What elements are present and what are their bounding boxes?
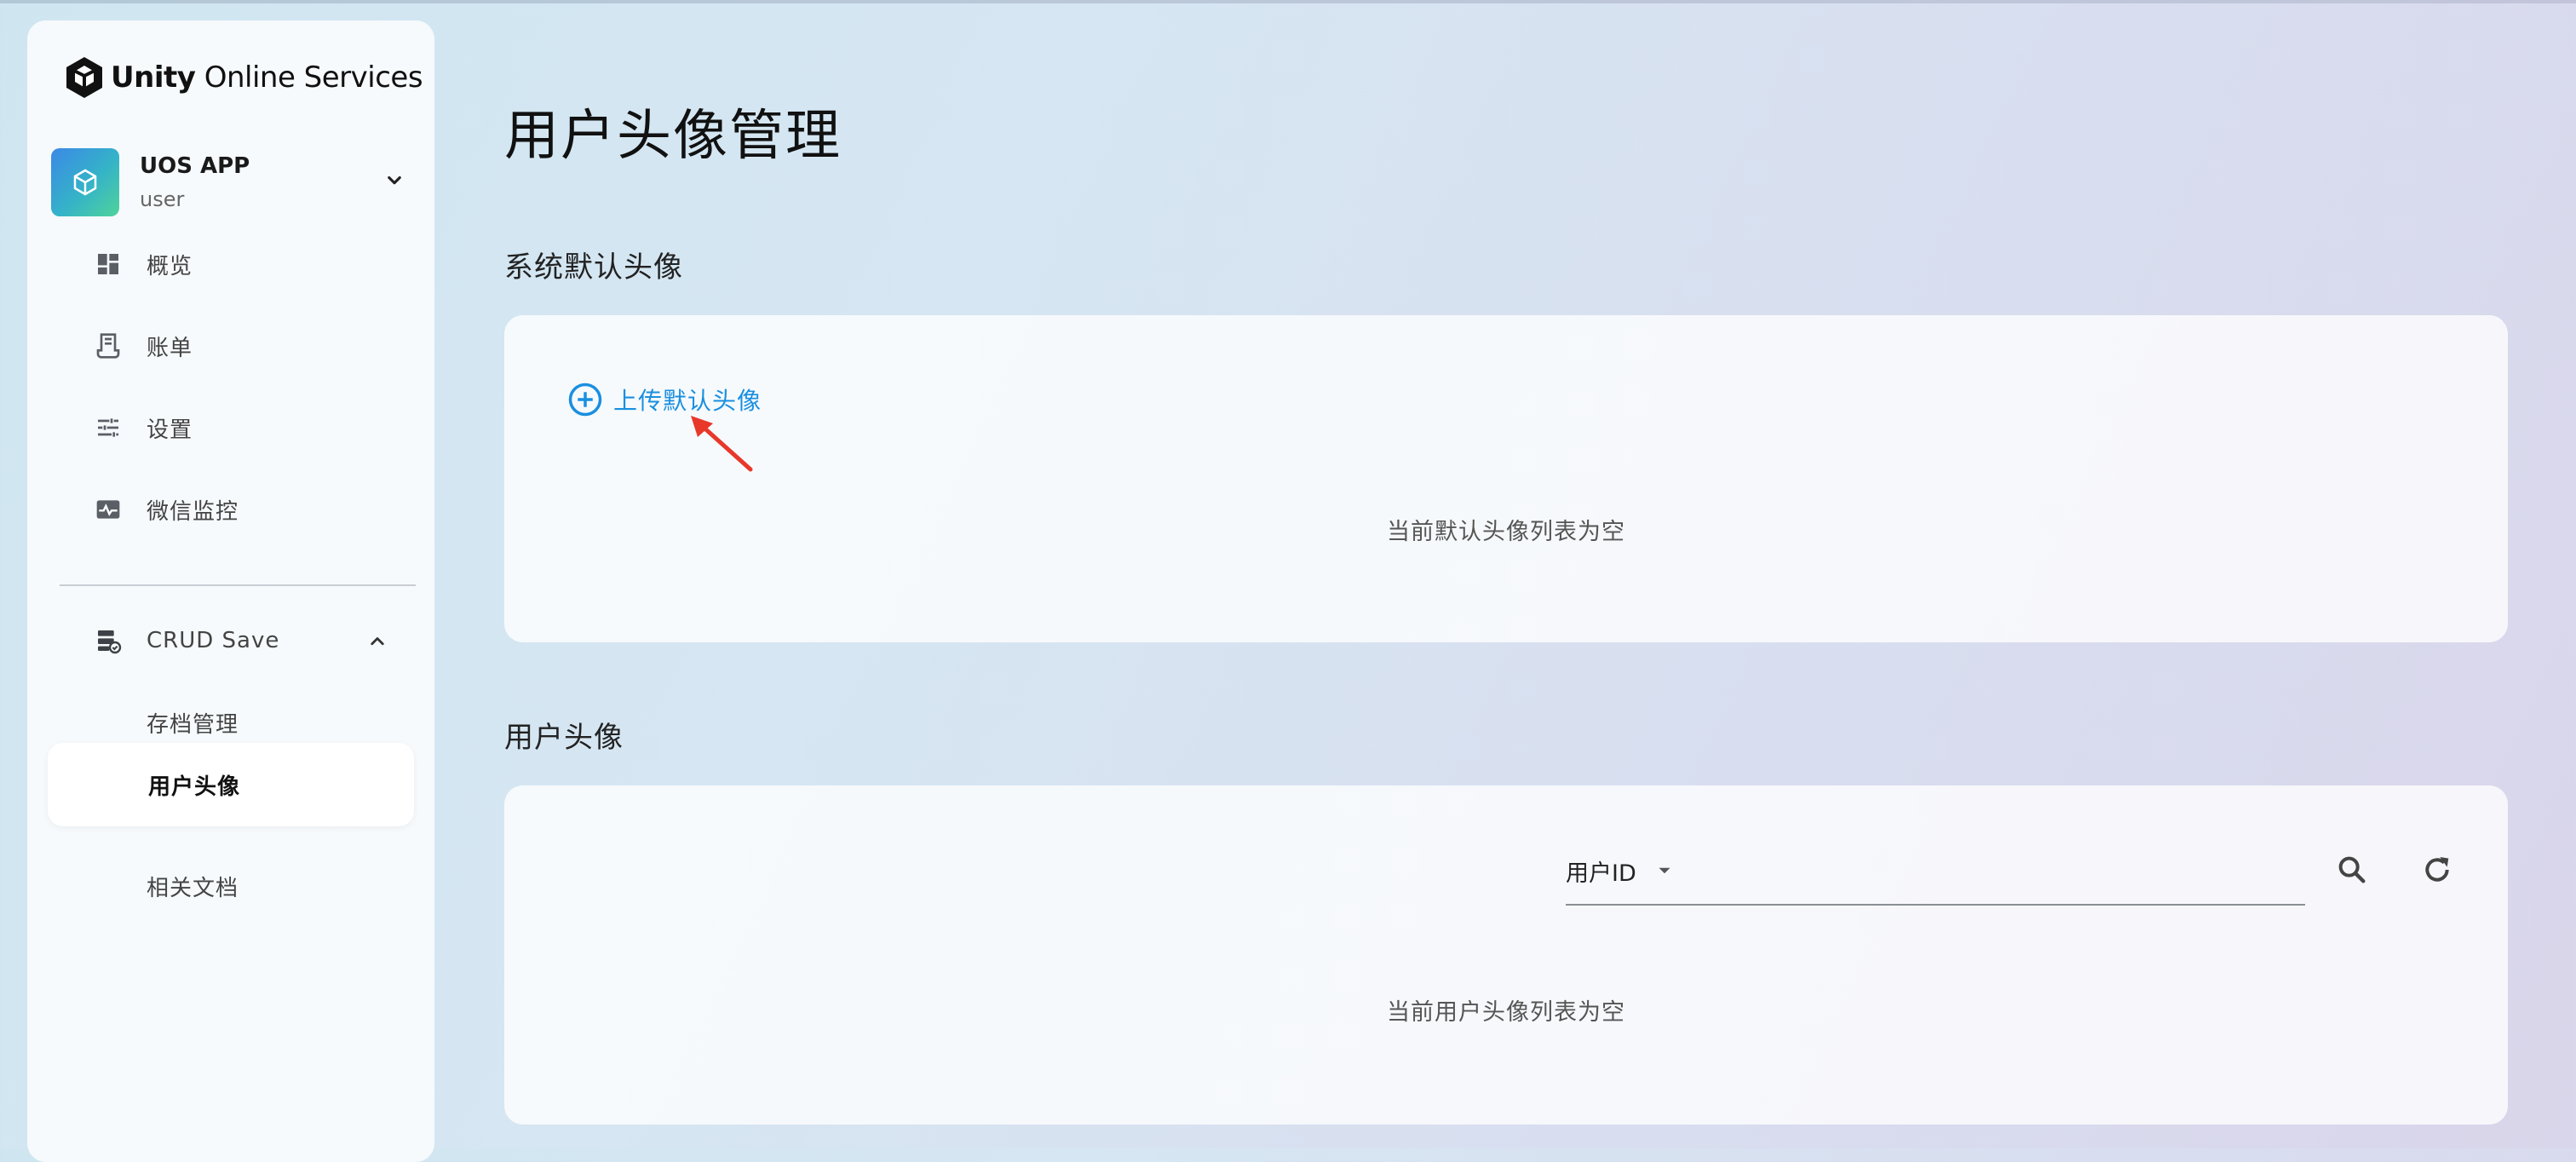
sidebar-item-user-avatar[interactable]: 用户头像 xyxy=(48,743,414,826)
unity-cube-icon xyxy=(66,57,102,98)
sidebar-item-label: 相关文档 xyxy=(147,875,239,901)
plus-circle-icon xyxy=(568,383,602,417)
refresh-icon xyxy=(2425,857,2449,882)
sidebar-item-wechat-monitor[interactable]: 微信监控 xyxy=(46,470,416,549)
sidebar-item-label: 微信监控 xyxy=(147,498,239,525)
default-avatars-empty-text: 当前默认头像列表为空 xyxy=(1387,519,1625,545)
refresh-button[interactable] xyxy=(2418,850,2457,889)
chevron-up-icon[interactable] xyxy=(365,628,390,653)
section-title-user-avatars: 用户头像 xyxy=(504,721,624,755)
upload-default-avatar-label: 上传默认头像 xyxy=(613,387,762,415)
receipt-icon xyxy=(96,333,120,359)
user-id-search-input[interactable] xyxy=(1700,845,2096,898)
app-switcher[interactable]: UOS APP user xyxy=(51,141,414,223)
sidebar-divider xyxy=(60,584,416,586)
sidebar-item-settings[interactable]: 设置 xyxy=(46,388,416,467)
upload-default-avatar-button[interactable]: 上传默认头像 xyxy=(567,382,762,417)
user-avatars-card: 用户ID 当前用户头像列表为空 xyxy=(504,785,2508,1125)
monitor-icon xyxy=(96,500,120,519)
search-input-underline xyxy=(1566,904,2305,906)
sidebar-item-overview[interactable]: 概览 xyxy=(46,225,416,303)
sidebar-item-related-docs[interactable]: 相关文档 xyxy=(46,847,416,925)
caret-down-icon xyxy=(1659,867,1670,874)
sidebar: Unity Online Services UOS APP user 概览 账单… xyxy=(27,20,434,1162)
user-avatars-empty-text: 当前用户头像列表为空 xyxy=(1387,999,1625,1026)
app-user: user xyxy=(140,187,185,211)
sidebar-group-label: CRUD Save xyxy=(147,628,280,653)
sidebar-item-label: 账单 xyxy=(147,335,193,361)
dashboard-icon xyxy=(98,254,118,274)
filter-field-select[interactable]: 用户ID xyxy=(1566,845,1685,896)
app-avatar xyxy=(51,148,119,216)
default-avatars-card: 上传默认头像 当前默认头像列表为空 xyxy=(504,315,2508,642)
database-icon xyxy=(98,630,122,654)
filter-field-value: 用户ID xyxy=(1566,860,1636,887)
window-top-edge xyxy=(0,0,2576,3)
app-name: UOS APP xyxy=(140,153,250,179)
chevron-down-icon[interactable] xyxy=(382,167,407,193)
sidebar-item-label: 概览 xyxy=(147,253,193,279)
app-cube-icon xyxy=(73,169,97,196)
sidebar-item-label: 存档管理 xyxy=(147,711,239,738)
unity-logo[interactable]: Unity Online Services xyxy=(63,53,423,102)
sidebar-item-label: 设置 xyxy=(147,417,193,443)
brand-name: Unity Online Services xyxy=(111,60,423,95)
search-button[interactable] xyxy=(2332,850,2372,889)
page-title: 用户头像管理 xyxy=(504,105,842,168)
sidebar-item-label: 用户头像 xyxy=(148,774,241,800)
sidebar-group-crud-save[interactable]: CRUD Save xyxy=(46,601,416,680)
sliders-icon xyxy=(98,418,118,437)
section-title-default-avatars: 系统默认头像 xyxy=(504,250,683,285)
search-icon xyxy=(2338,856,2366,883)
sidebar-item-billing[interactable]: 账单 xyxy=(46,307,416,385)
annotation-arrow-icon xyxy=(691,416,753,472)
